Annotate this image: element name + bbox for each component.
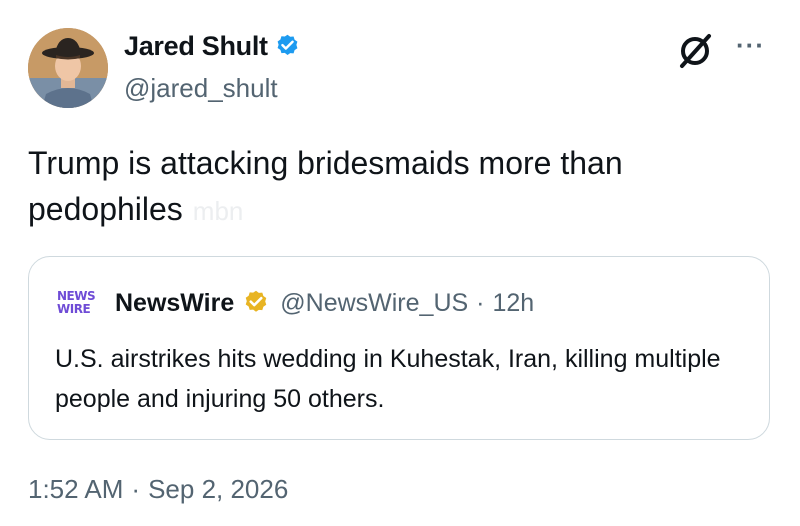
timestamp-date[interactable]: Sep 2, 2026: [148, 474, 288, 504]
tweet: Jared Shult @jared_shult ··· Trump is at…: [0, 0, 800, 526]
tweet-text: Trump is attacking bridesmaids more than…: [28, 140, 768, 234]
avatar-photo-icon: [28, 28, 108, 108]
more-options-button[interactable]: ···: [736, 30, 765, 61]
timestamp-time[interactable]: 1:52 AM: [28, 474, 123, 504]
quoted-tweet-header: NEWS WIRE NewsWire @NewsWire_US · 12h: [55, 285, 534, 321]
verified-badge-icon: [277, 34, 298, 55]
timestamp-separator: ·: [131, 474, 141, 504]
quoted-avatar-line2: WIRE: [57, 302, 91, 316]
quoted-author-name[interactable]: NewsWire: [115, 289, 234, 318]
grok-icon[interactable]: [676, 32, 714, 70]
quoted-time[interactable]: 12h: [493, 289, 535, 318]
author-avatar[interactable]: [28, 28, 108, 108]
quoted-tweet-card[interactable]: NEWS WIRE NewsWire @NewsWire_US · 12h U.…: [28, 256, 770, 440]
tweet-timestamp[interactable]: 1:52 AM · Sep 2, 2026: [28, 474, 288, 505]
author-display-name[interactable]: Jared Shult: [124, 31, 268, 62]
quoted-tweet-text: U.S. airstrikes hits wedding in Kuhestak…: [55, 345, 721, 413]
quoted-separator: ·: [476, 288, 485, 317]
quoted-author-handle[interactable]: @NewsWire_US: [280, 289, 468, 318]
tweet-body: Trump is attacking bridesmaids more than…: [28, 145, 623, 227]
author-display-name-row[interactable]: Jared Shult: [124, 31, 301, 62]
author-handle[interactable]: @jared_shult: [124, 73, 278, 104]
gold-verified-badge-icon: [245, 290, 267, 312]
quoted-avatar-line1: NEWS: [57, 289, 96, 303]
watermark: mbn: [192, 196, 244, 226]
quoted-author-avatar[interactable]: NEWS WIRE: [55, 285, 101, 321]
